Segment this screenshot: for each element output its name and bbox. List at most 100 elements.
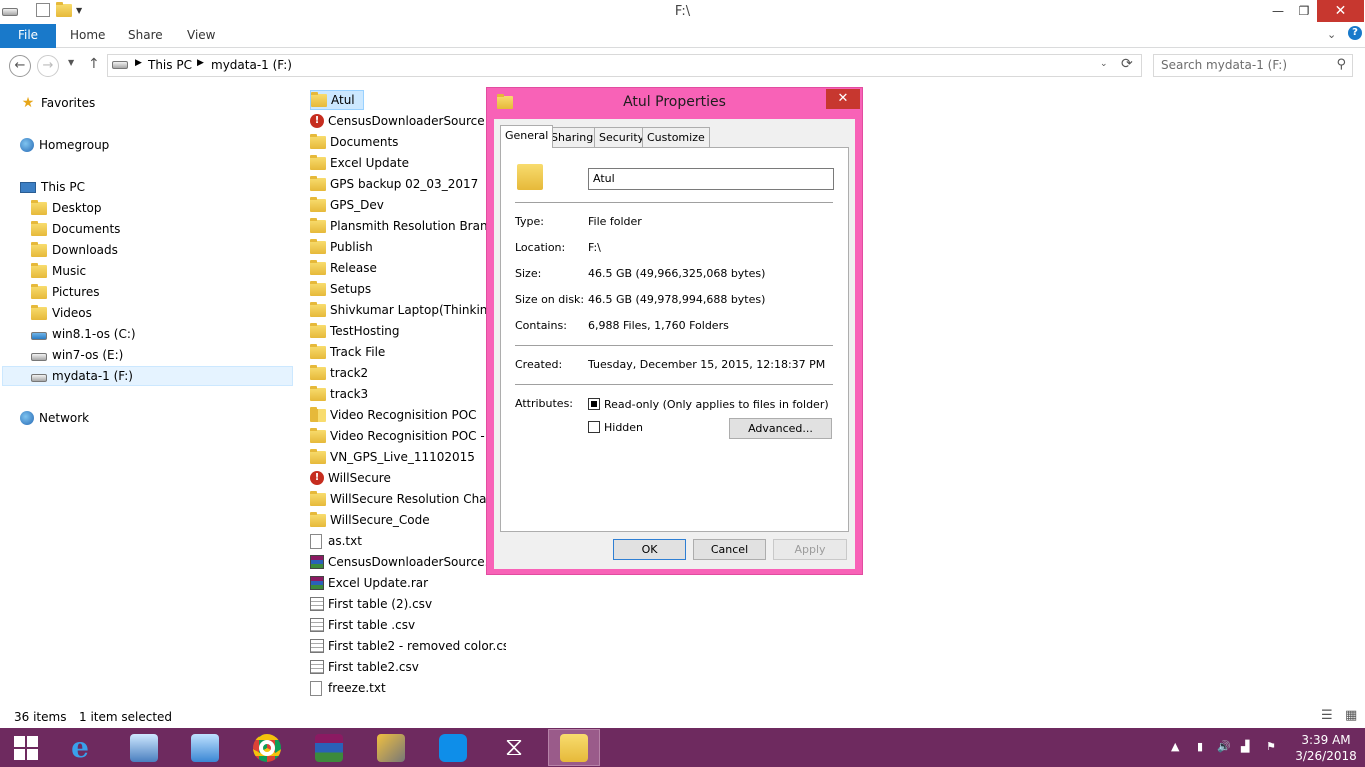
clock[interactable]: 3:39 AM 3/26/2018 xyxy=(1293,732,1359,764)
list-item[interactable]: Plansmith Resolution Branch xyxy=(310,216,502,236)
tab-view[interactable]: View xyxy=(187,28,215,42)
list-item[interactable]: First table .csv xyxy=(310,615,415,635)
hidden-checkbox[interactable] xyxy=(588,421,600,433)
close-button[interactable]: ✕ xyxy=(1317,0,1364,22)
list-item[interactable]: freeze.txt xyxy=(310,678,386,698)
nav-pictures[interactable]: Pictures xyxy=(31,282,100,302)
search-input[interactable]: Search mydata-1 (F:) ⚲ xyxy=(1153,54,1353,77)
battery-icon[interactable]: ▮ xyxy=(1197,740,1203,753)
list-item[interactable]: GPS_Dev xyxy=(310,195,384,215)
folder-name-field[interactable]: Atul xyxy=(588,168,834,190)
tab-file[interactable]: File xyxy=(0,24,56,48)
breadcrumb-drive[interactable]: mydata-1 (F:) xyxy=(211,58,292,72)
list-item[interactable]: Release xyxy=(310,258,377,278)
nav-desktop[interactable]: Desktop xyxy=(31,198,102,218)
list-item[interactable]: WillSecure_Code xyxy=(310,510,430,530)
list-item[interactable]: Documents xyxy=(310,132,398,152)
nav-drive-e[interactable]: win7-os (E:) xyxy=(31,345,123,365)
nav-network[interactable]: Network xyxy=(20,408,89,428)
list-item-label: First table2.csv xyxy=(328,660,419,674)
tools-icon[interactable] xyxy=(365,729,417,766)
control-panel-icon[interactable] xyxy=(179,729,231,766)
large-icons-view-icon[interactable]: ▦ xyxy=(1345,708,1357,723)
tab-sharing[interactable]: Sharing xyxy=(546,127,599,147)
size-on-disk-value: 46.5 GB (49,978,994,688 bytes) xyxy=(588,293,766,306)
dialog-close-button[interactable]: ✕ xyxy=(826,89,860,109)
cancel-button[interactable]: Cancel xyxy=(693,539,766,560)
list-item[interactable]: TestHosting xyxy=(310,321,400,341)
list-item[interactable]: Publish xyxy=(310,237,373,257)
tab-home[interactable]: Home xyxy=(70,28,105,42)
nav-homegroup[interactable]: Homegroup xyxy=(20,135,109,155)
forward-button[interactable]: → xyxy=(37,55,59,77)
list-item-label: Shivkumar Laptop(Thinkinno xyxy=(330,303,503,317)
list-item[interactable]: Excel Update.rar xyxy=(310,573,428,593)
list-item[interactable]: WillSecure Resolution Change xyxy=(310,489,506,509)
list-item[interactable]: track2 xyxy=(310,363,368,383)
list-item[interactable]: Track File xyxy=(310,342,385,362)
list-item[interactable]: ! WillSecure xyxy=(310,468,391,488)
volume-icon[interactable]: 🔊 xyxy=(1217,740,1231,753)
list-item[interactable]: track3 xyxy=(310,384,368,404)
list-item[interactable]: VN_GPS_Live_11102015 xyxy=(310,447,475,467)
list-item-label: Plansmith Resolution Branch xyxy=(330,219,502,233)
breadcrumb-this-pc[interactable]: This PC xyxy=(148,58,192,72)
ok-button[interactable]: OK xyxy=(613,539,686,560)
recent-locations-icon[interactable]: ▼ xyxy=(68,58,74,67)
remote-desktop-icon[interactable] xyxy=(118,729,170,766)
visual-studio-icon[interactable]: ⧖ xyxy=(488,729,540,766)
address-dropdown-icon[interactable]: ⌄ xyxy=(1100,59,1108,69)
list-item[interactable]: Video Recognisition POC xyxy=(310,405,477,425)
refresh-icon[interactable]: ⟳ xyxy=(1121,56,1133,72)
list-item[interactable]: First table2.csv xyxy=(310,657,419,677)
list-item[interactable]: Shivkumar Laptop(Thinkinno xyxy=(310,300,502,320)
ribbon-expand-icon[interactable]: ⌄ xyxy=(1327,28,1336,41)
start-button[interactable] xyxy=(0,729,52,766)
list-item[interactable]: First table2 - removed color.csv xyxy=(310,636,506,656)
readonly-checkbox[interactable] xyxy=(588,398,600,410)
tab-customize[interactable]: Customize xyxy=(642,127,710,147)
location-label: Location: xyxy=(515,241,566,254)
list-item[interactable]: CensusDownloaderSource.rar xyxy=(310,552,506,572)
nav-this-pc[interactable]: This PC xyxy=(20,177,85,197)
action-center-icon[interactable]: ⚑ xyxy=(1266,740,1276,753)
nav-favorites[interactable]: ★ Favorites xyxy=(20,93,96,113)
list-item[interactable]: Excel Update xyxy=(310,153,409,173)
list-item[interactable]: as.txt xyxy=(310,531,362,551)
file-explorer-icon[interactable] xyxy=(548,729,600,766)
advanced-button[interactable]: Advanced... xyxy=(729,418,832,439)
properties-dialog: Atul Properties ✕ General Sharing Securi… xyxy=(486,87,863,575)
winrar-icon[interactable] xyxy=(303,729,355,766)
nav-videos[interactable]: Videos xyxy=(31,303,92,323)
nav-documents[interactable]: Documents xyxy=(31,219,120,239)
list-item[interactable]: Atul xyxy=(310,90,364,110)
show-hidden-icons-icon[interactable]: ▲ xyxy=(1171,740,1179,753)
tab-share[interactable]: Share xyxy=(128,28,163,42)
address-bar[interactable]: ▶ This PC ▶ mydata-1 (F:) ⌄ ⟳ xyxy=(107,54,1142,77)
nav-music[interactable]: Music xyxy=(31,261,86,281)
list-item[interactable]: First table (2).csv xyxy=(310,594,432,614)
network-status-icon[interactable]: ▟ xyxy=(1241,740,1249,753)
apply-button[interactable]: Apply xyxy=(773,539,847,560)
search-icon[interactable]: ⚲ xyxy=(1336,57,1346,72)
tab-general[interactable]: General xyxy=(500,125,554,148)
details-view-icon[interactable]: ☰ xyxy=(1321,708,1333,723)
size-label: Size: xyxy=(515,267,542,280)
nav-downloads[interactable]: Downloads xyxy=(31,240,118,260)
chrome-icon[interactable] xyxy=(241,729,293,766)
folder-icon xyxy=(310,133,326,149)
nav-drive-f[interactable]: mydata-1 (F:) xyxy=(2,366,293,386)
help-icon[interactable]: ? xyxy=(1348,26,1362,40)
list-item[interactable]: Setups xyxy=(310,279,371,299)
up-button[interactable]: ↑ xyxy=(88,56,100,72)
list-item-label: WillSecure xyxy=(328,471,391,485)
list-item[interactable]: ! CensusDownloaderSource xyxy=(310,111,485,131)
list-item[interactable]: GPS backup 02_03_2017 xyxy=(310,174,478,194)
internet-explorer-icon[interactable]: e xyxy=(54,729,106,766)
list-item[interactable]: Video Recognisition POC - Co xyxy=(310,426,504,446)
maximize-button[interactable]: ❐ xyxy=(1289,0,1319,22)
nav-drive-c[interactable]: win8.1-os (C:) xyxy=(31,324,136,344)
back-button[interactable]: ← xyxy=(9,55,31,77)
tab-security[interactable]: Security xyxy=(594,127,650,147)
teamviewer-icon[interactable] xyxy=(427,729,479,766)
